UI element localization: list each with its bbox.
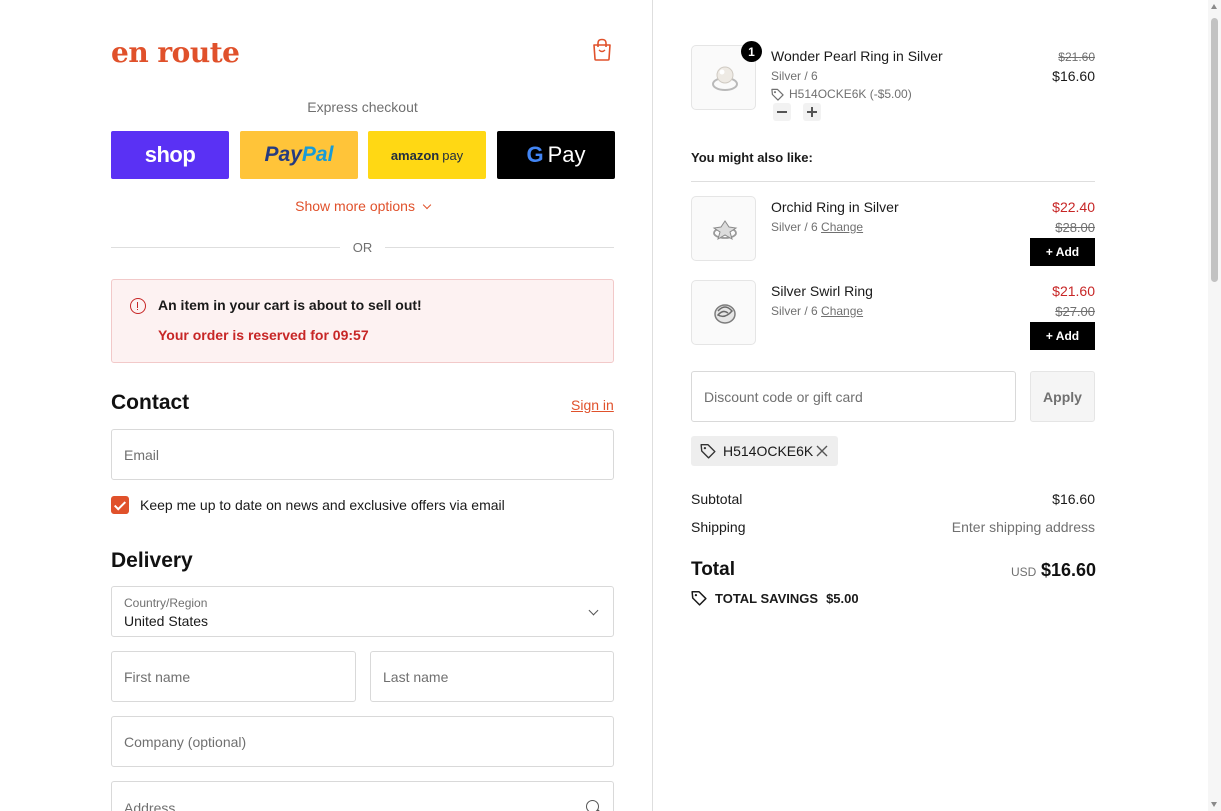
decrease-quantity-button[interactable] bbox=[773, 103, 791, 121]
last-name-input[interactable] bbox=[371, 652, 613, 701]
sell-out-alert: An item in your cart is about to sell ou… bbox=[111, 279, 614, 363]
sign-in-link[interactable]: Sign in bbox=[571, 397, 614, 413]
total-savings-label: TOTAL SAVINGS bbox=[715, 590, 819, 606]
paypal-button[interactable]: Pay Pal bbox=[240, 131, 358, 179]
add-upsell-button[interactable]: + Add bbox=[1030, 238, 1095, 266]
total-amount: $16.60 bbox=[1041, 560, 1097, 580]
plus-icon bbox=[807, 107, 817, 117]
total-label: Total bbox=[691, 559, 735, 580]
change-variant-link[interactable]: Change bbox=[821, 220, 863, 234]
checkout-form-column: en route Express checkout shop Pay Pal am… bbox=[0, 0, 652, 811]
apply-discount-button[interactable]: Apply bbox=[1030, 371, 1095, 422]
newsletter-label: Keep me up to date on news and exclusive… bbox=[140, 497, 505, 513]
show-more-options-button[interactable]: Show more options bbox=[111, 198, 614, 214]
upsell-item-title: Orchid Ring in Silver bbox=[771, 199, 899, 215]
increase-quantity-button[interactable] bbox=[803, 103, 821, 121]
tag-icon bbox=[700, 444, 716, 459]
shipping-label: Shipping bbox=[691, 519, 746, 535]
google-g-icon: G bbox=[526, 142, 544, 167]
first-name-input[interactable] bbox=[112, 652, 355, 701]
upsell-item-price: $22.40 bbox=[1052, 199, 1095, 215]
remove-discount-icon[interactable] bbox=[815, 444, 829, 458]
add-upsell-button[interactable]: + Add bbox=[1030, 322, 1095, 350]
google-pay-button[interactable]: G Pay bbox=[497, 131, 615, 179]
upsell-item-original-price: $27.00 bbox=[1055, 304, 1095, 319]
newsletter-checkbox[interactable] bbox=[111, 496, 129, 514]
total-savings: TOTAL SAVINGS $5.00 bbox=[691, 590, 859, 606]
cart-item-original-price: $21.60 bbox=[1058, 50, 1095, 64]
subtotal-value: $16.60 bbox=[1052, 491, 1095, 507]
company-input[interactable] bbox=[112, 717, 613, 766]
minus-icon bbox=[777, 111, 787, 113]
cart-item-title: Wonder Pearl Ring in Silver bbox=[771, 48, 943, 64]
express-checkout-label: Express checkout bbox=[307, 99, 418, 115]
reservation-timer: Your order is reserved for 09:57 bbox=[158, 327, 369, 343]
subtotal-label: Subtotal bbox=[691, 491, 743, 507]
upsell-item-variant: Silver / 6 Change bbox=[771, 220, 863, 234]
company-field[interactable] bbox=[111, 716, 614, 767]
contact-heading: Contact bbox=[111, 391, 190, 414]
page-scrollbar[interactable] bbox=[1208, 0, 1221, 811]
total-savings-value: $5.00 bbox=[826, 590, 859, 606]
discount-code-field[interactable] bbox=[691, 371, 1016, 422]
product-image-swirl-ring bbox=[691, 280, 756, 345]
shop-pay-button[interactable]: shop bbox=[111, 131, 229, 179]
brand-logo[interactable]: en route bbox=[111, 36, 240, 69]
country-select[interactable]: Country/Region United States bbox=[111, 586, 614, 637]
change-variant-link[interactable]: Change bbox=[821, 304, 863, 318]
cart-item-price: $16.60 bbox=[1052, 68, 1095, 84]
cart-item-discount: H514OCKE6K (-$5.00) bbox=[771, 87, 912, 101]
or-divider: OR bbox=[111, 240, 614, 256]
upsell-item-title: Silver Swirl Ring bbox=[771, 283, 873, 299]
delivery-heading: Delivery bbox=[111, 549, 193, 572]
applied-discount-chip: H514OCKE6K bbox=[691, 436, 838, 466]
last-name-field[interactable] bbox=[370, 651, 614, 702]
scroll-up-arrow-icon[interactable] bbox=[1211, 4, 1217, 9]
upsell-item-original-price: $28.00 bbox=[1055, 220, 1095, 235]
address-field[interactable] bbox=[111, 781, 614, 811]
tag-icon bbox=[771, 88, 784, 101]
upsell-item-variant: Silver / 6 Change bbox=[771, 304, 863, 318]
scroll-down-arrow-icon[interactable] bbox=[1211, 802, 1217, 807]
upsell-heading: You might also like: bbox=[691, 150, 813, 165]
alert-title: An item in your cart is about to sell ou… bbox=[158, 297, 422, 313]
email-field[interactable] bbox=[111, 429, 614, 480]
amazon-pay-text: pay bbox=[442, 147, 464, 163]
shop-pay-logo: shop bbox=[144, 142, 196, 167]
shipping-value: Enter shipping address bbox=[951, 519, 1095, 535]
upsell-divider bbox=[691, 181, 1095, 182]
chevron-down-icon bbox=[588, 605, 599, 616]
swirl-ring-image bbox=[714, 304, 736, 324]
divider-line-right bbox=[385, 247, 614, 248]
alert-circle-icon bbox=[130, 298, 146, 314]
country-select-label: Country/Region bbox=[124, 596, 208, 610]
cart-item-variant: Silver / 6 bbox=[771, 69, 818, 83]
product-image-orchid-ring bbox=[691, 196, 756, 261]
total-currency: USD bbox=[1011, 565, 1037, 579]
paypal-logo-pal: Pal bbox=[301, 143, 334, 166]
quantity-badge: 1 bbox=[741, 41, 762, 62]
upsell-item-variant-text: Silver / 6 bbox=[771, 220, 818, 234]
upsell-item-price: $21.60 bbox=[1052, 283, 1095, 299]
country-select-value: United States bbox=[124, 613, 209, 629]
show-more-label: Show more options bbox=[295, 198, 415, 214]
scrollbar-thumb[interactable] bbox=[1211, 18, 1218, 282]
amazon-pay-button[interactable]: amazon pay bbox=[368, 131, 486, 179]
shopping-bag-icon[interactable] bbox=[591, 38, 613, 62]
amazon-logo: amazon bbox=[390, 147, 440, 163]
chevron-down-icon bbox=[422, 200, 432, 210]
search-icon bbox=[586, 800, 599, 811]
tag-icon bbox=[691, 590, 707, 606]
orchid-ring-image bbox=[712, 220, 738, 241]
discount-code-input[interactable] bbox=[692, 372, 1015, 421]
first-name-field[interactable] bbox=[111, 651, 356, 702]
upsell-item-variant-text: Silver / 6 bbox=[771, 304, 818, 318]
email-input[interactable] bbox=[112, 430, 613, 479]
google-pay-text: Pay bbox=[547, 142, 586, 167]
applied-discount-code: H514OCKE6K bbox=[723, 443, 814, 459]
address-input[interactable] bbox=[112, 782, 613, 811]
paypal-logo-pay: Pay bbox=[264, 143, 302, 166]
cart-item-discount-code: H514OCKE6K (-$5.00) bbox=[789, 87, 912, 101]
